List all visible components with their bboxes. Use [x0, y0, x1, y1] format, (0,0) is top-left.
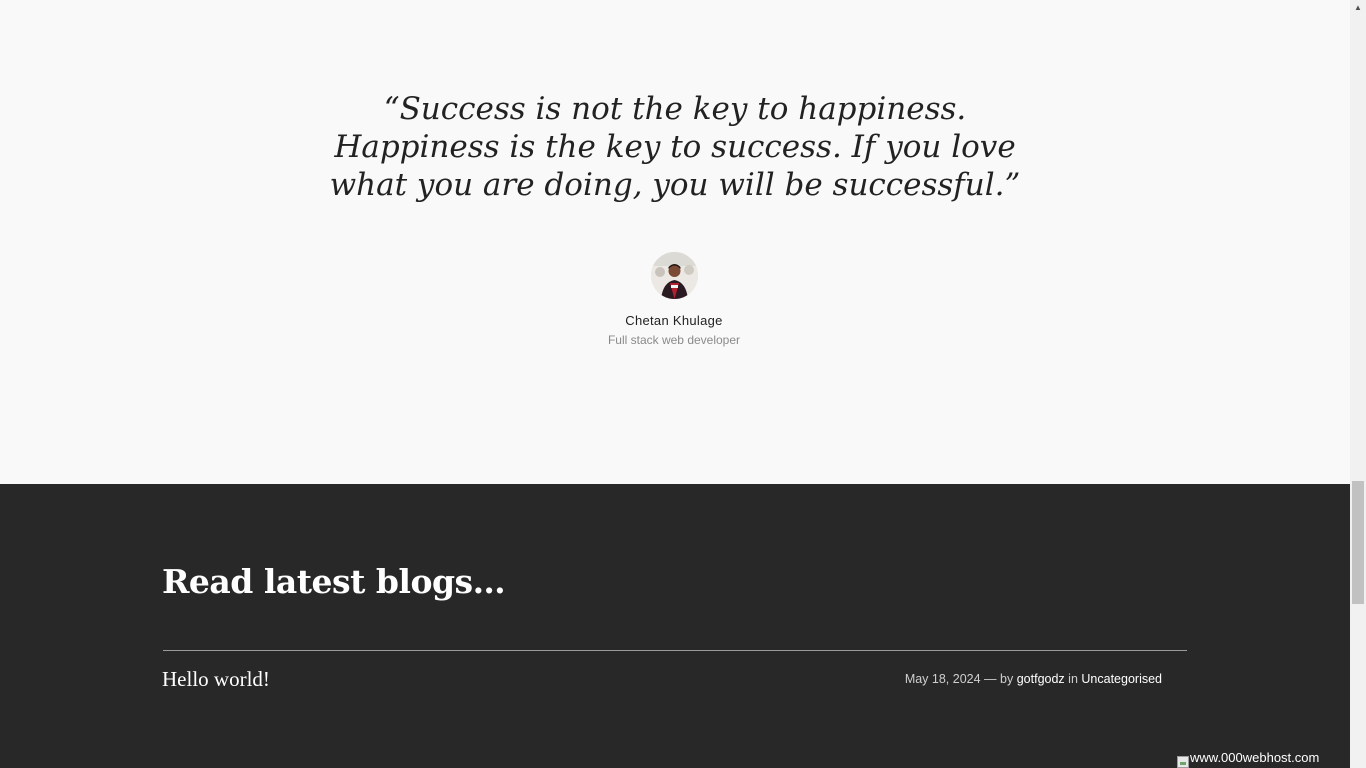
- post-meta: May 18, 2024 — by gotfgodz in Uncategori…: [905, 672, 1162, 686]
- post-by-label: by: [1000, 672, 1014, 686]
- scroll-up-arrow-icon[interactable]: ▲: [1350, 0, 1366, 16]
- post-author-link[interactable]: gotfgodz: [1017, 672, 1065, 686]
- page: “Success is not the key to happiness. Ha…: [0, 0, 1350, 768]
- broken-image-icon: [1177, 756, 1189, 768]
- post-date-separator: —: [984, 672, 997, 686]
- scroll-thumb[interactable]: [1352, 481, 1364, 604]
- author-avatar: [651, 252, 698, 299]
- latest-blogs-section: Read latest blogs… Hello world! May 18, …: [0, 484, 1350, 768]
- vertical-scrollbar[interactable]: ▲: [1350, 0, 1366, 768]
- webhost-badge-link[interactable]: www.000webhost.com: [1177, 750, 1319, 768]
- post-category-link[interactable]: Uncategorised: [1081, 672, 1162, 686]
- post-date[interactable]: May 18, 2024: [905, 672, 981, 686]
- post-in-label: in: [1068, 672, 1078, 686]
- avatar-image: [651, 252, 698, 299]
- blog-divider: [163, 650, 1187, 651]
- webhost-badge-text: www.000webhost.com: [1190, 750, 1320, 765]
- testimonial-section: “Success is not the key to happiness. Ha…: [0, 0, 1350, 484]
- author-name: Chetan Khulage: [625, 313, 723, 328]
- author-role: Full stack web developer: [607, 333, 741, 347]
- post-title-link[interactable]: Hello world!: [162, 667, 270, 692]
- blogs-heading: Read latest blogs…: [162, 562, 506, 601]
- testimonial-quote: “Success is not the key to happiness. Ha…: [329, 91, 1021, 203]
